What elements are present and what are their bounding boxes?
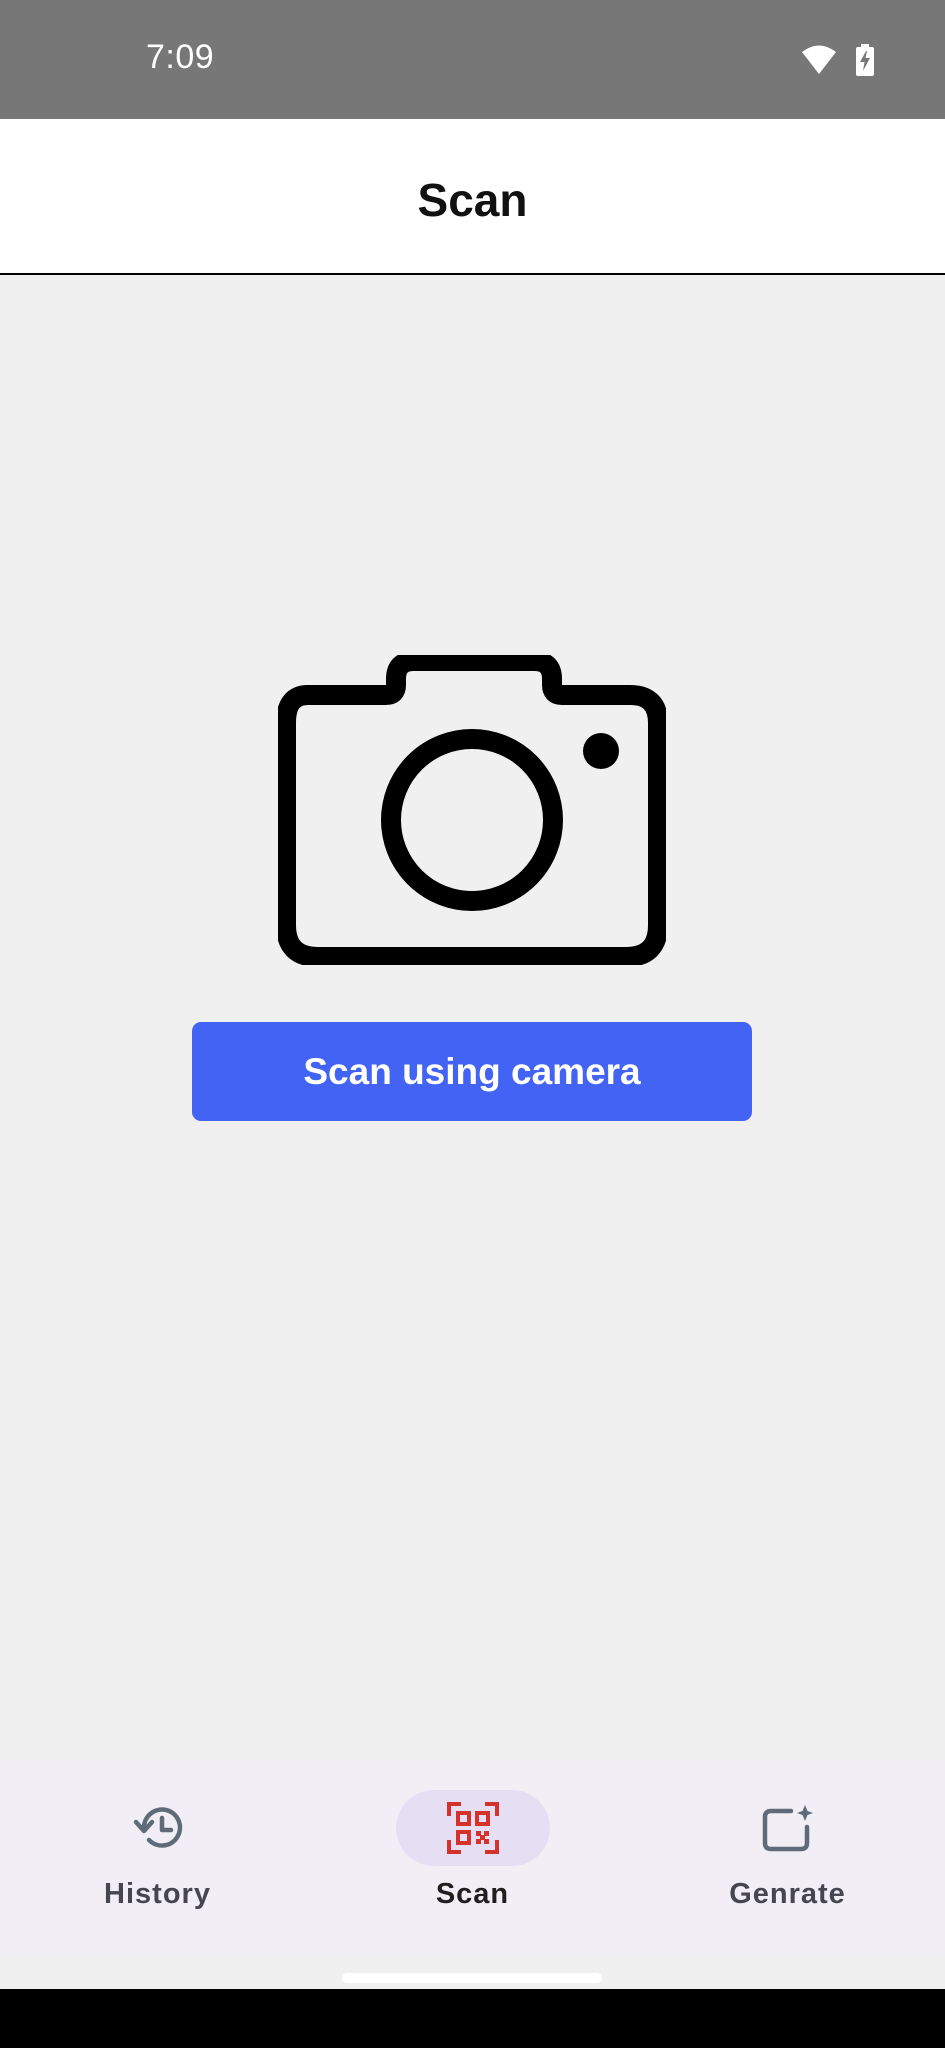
scan-using-camera-button[interactable]: Scan using camera <box>192 1022 752 1121</box>
nav-item-label: History <box>104 1878 211 1910</box>
nav-icon-container <box>711 1790 865 1866</box>
qr-scan-icon <box>446 1802 499 1854</box>
home-indicator[interactable] <box>342 1973 602 1983</box>
status-icons <box>801 44 875 81</box>
nav-item-history[interactable]: History <box>0 1760 315 1955</box>
main-content: Scan using camera <box>0 275 945 1760</box>
generate-icon <box>762 1805 813 1852</box>
wifi-icon <box>801 45 837 80</box>
history-icon <box>133 1807 182 1848</box>
bottom-navigation: History Scan Genrate <box>0 1760 945 1955</box>
page-title: Scan <box>417 174 528 226</box>
nav-icon-container <box>81 1790 235 1866</box>
nav-item-scan[interactable]: Scan <box>315 1760 630 1955</box>
camera-icon <box>278 655 666 965</box>
status-bar: 7:09 <box>0 0 945 119</box>
nav-active-indicator <box>395 1790 550 1866</box>
status-time: 7:09 <box>146 38 215 76</box>
nav-item-generate[interactable]: Genrate <box>630 1760 945 1955</box>
app-bar: Scan <box>0 119 945 275</box>
battery-charging-icon <box>855 44 875 81</box>
gesture-bar <box>0 1989 945 2048</box>
nav-item-label: Genrate <box>729 1878 846 1910</box>
nav-item-label: Scan <box>435 1878 510 1910</box>
